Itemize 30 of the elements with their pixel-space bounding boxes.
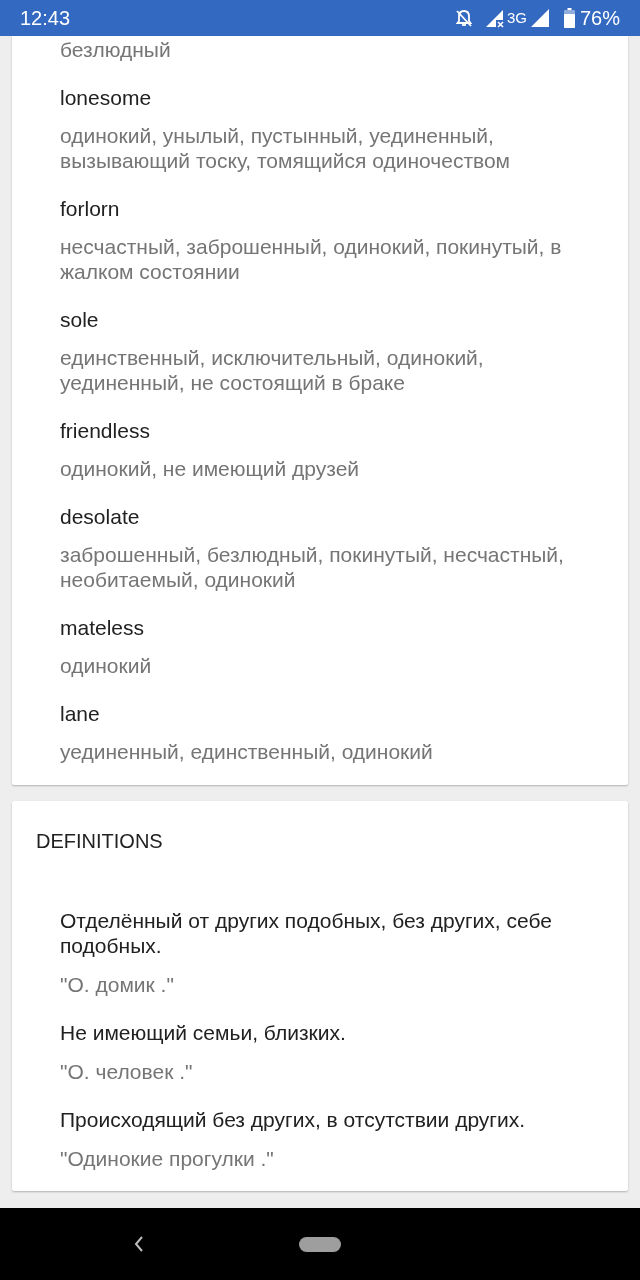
synonym-word: desolate: [60, 504, 141, 529]
synonym-word: lane: [60, 701, 101, 726]
home-button[interactable]: [299, 1236, 341, 1252]
translation-text: несчастный, заброшенный, одинокий, покинутый, в жалком состоянии: [60, 234, 563, 284]
synonym-word: lonesome: [60, 85, 153, 110]
translation-text: заброшенный, безлюдный, покинутый, несчастный, необитаемый, одинокий: [60, 542, 565, 592]
network-type: 3G: [506, 9, 527, 27]
translation-text: одинокий: [60, 653, 153, 678]
synonym-word: sole: [60, 307, 100, 332]
back-icon: [134, 1236, 144, 1252]
signal-icon: [529, 8, 550, 28]
battery-icon: [563, 8, 575, 28]
notifications-off-icon: [453, 8, 474, 28]
translation-text: одинокий, унылый, пустынный, уединенный, вызывающий тоску, томящийся одиночеством: [60, 123, 512, 173]
definition-text: Отделённый от других подобных, без других, себе подобных.: [60, 908, 553, 958]
status-time: 12:43: [20, 6, 71, 30]
synonym-word: forlorn: [60, 196, 121, 221]
translation-text: уединенный, единственный, одинокий: [60, 739, 434, 764]
example-text: "Одинокие прогулки .": [60, 1146, 275, 1171]
synonym-word: friendless: [60, 418, 151, 443]
example-text: "О. домик .": [60, 972, 175, 997]
example-text: "О. человек .": [60, 1059, 194, 1084]
translation-text: безлюдный: [60, 37, 172, 62]
definition-text: Не имеющий семьи, близких.: [60, 1020, 347, 1045]
battery-percent: 76%: [579, 6, 620, 30]
section-title: DEFINITIONS: [36, 829, 164, 854]
definition-text: Происходящий без других, в отсутствии других.: [60, 1107, 527, 1132]
translation-text: одинокий, не имеющий друзей: [60, 456, 361, 481]
translation-text: единственный, исключительный, одинокий, уединенный, не состоящий в браке: [60, 345, 485, 395]
synonym-word: mateless: [60, 615, 146, 640]
